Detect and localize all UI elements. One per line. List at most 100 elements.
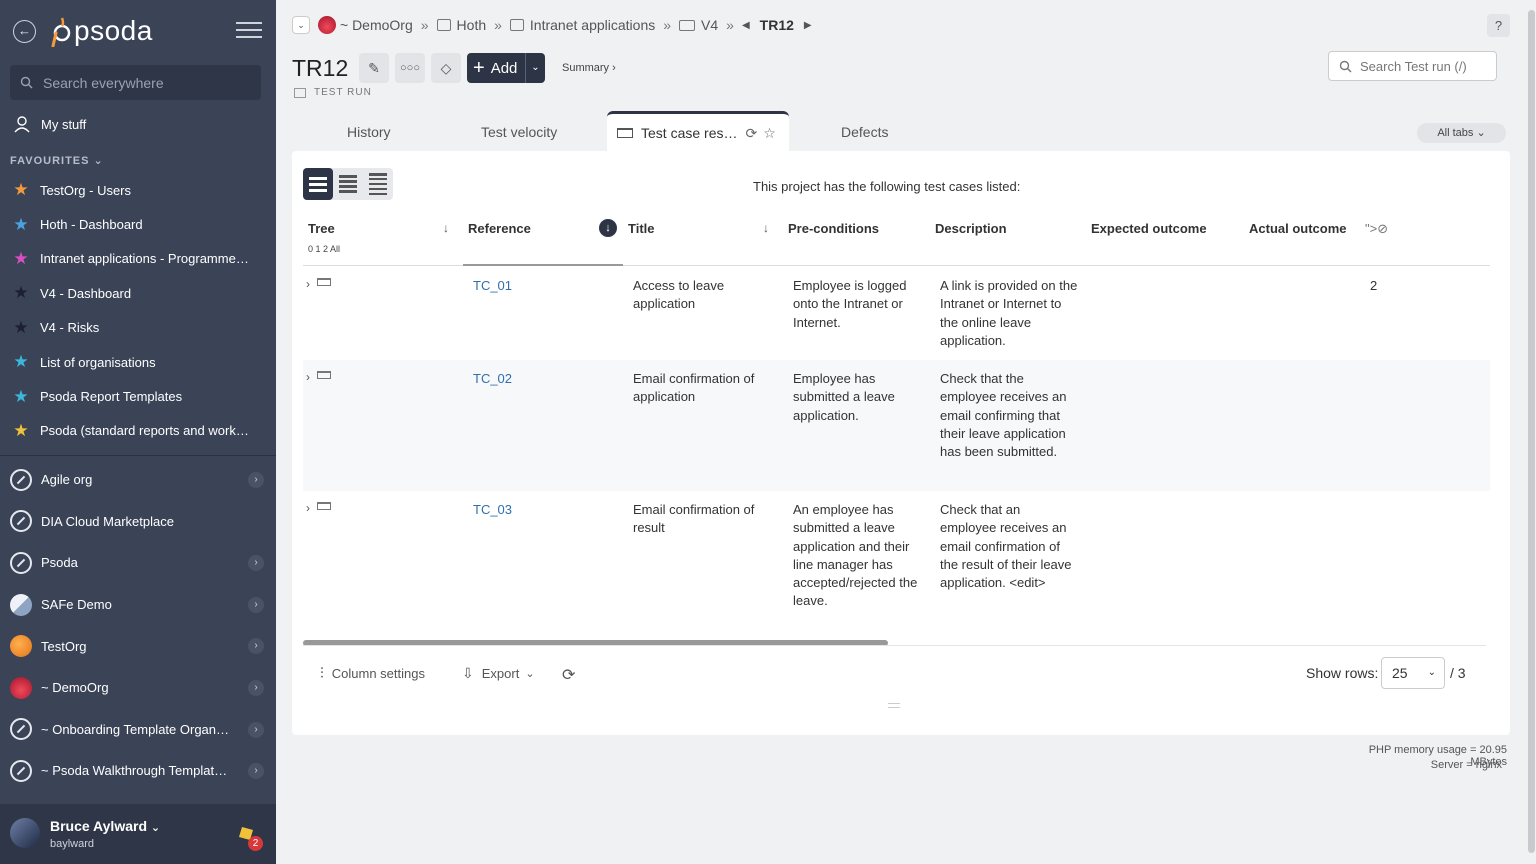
- breadcrumb-item[interactable]: ~ DemoOrg: [340, 17, 413, 33]
- column-settings-label: Column settings: [331, 666, 425, 681]
- expand-chevron-icon[interactable]: ›: [306, 499, 310, 517]
- page-scrollbar[interactable]: [1527, 0, 1536, 864]
- resize-handle-icon[interactable]: [888, 703, 900, 708]
- edit-button[interactable]: ✎: [359, 53, 389, 83]
- previous-arrow-icon[interactable]: ◀: [742, 20, 750, 31]
- view-list-button[interactable]: [303, 168, 333, 200]
- org-item-onboarding[interactable]: ~ Onboarding Template Organisa… ›: [0, 709, 276, 751]
- tab-history[interactable]: History: [347, 124, 391, 140]
- tab-test-velocity[interactable]: Test velocity: [481, 124, 557, 140]
- star-outline-icon[interactable]: ☆: [763, 125, 776, 142]
- user-name[interactable]: Bruce Aylward ⌄: [50, 818, 160, 834]
- breadcrumb-separator: »: [726, 17, 734, 33]
- sort-arrow-icon[interactable]: ↓: [443, 221, 449, 235]
- search-test-run-input[interactable]: [1360, 58, 1490, 74]
- reference-link[interactable]: TC_03: [473, 501, 512, 519]
- chevron-right-icon[interactable]: ›: [248, 555, 264, 572]
- column-title[interactable]: Title: [628, 221, 655, 236]
- table-row[interactable]: › TC_03 Email confirmation of result An …: [303, 491, 1490, 641]
- rows-per-page-select[interactable]: 25 ⌄: [1381, 657, 1445, 689]
- chevron-right-icon[interactable]: ›: [248, 472, 264, 488]
- column-settings-button[interactable]: ⫶ Column settings: [320, 665, 425, 682]
- view-dense-button[interactable]: [363, 168, 393, 200]
- favourite-item[interactable]: ★ Intranet applications - Programme…: [0, 242, 276, 276]
- tab-test-case-results[interactable]: Test case res… ⟳ ☆: [607, 111, 789, 152]
- view-compact-button[interactable]: [333, 168, 363, 200]
- reference-link[interactable]: TC_01: [473, 277, 512, 295]
- column-tree[interactable]: Tree: [308, 221, 335, 236]
- collapse-menu-icon[interactable]: [236, 22, 262, 40]
- table-row[interactable]: › TC_02 Email confirmation of applicatio…: [303, 360, 1490, 491]
- next-arrow-icon[interactable]: ▶: [804, 20, 812, 31]
- refresh-icon[interactable]: ⟳: [745, 125, 757, 142]
- chevron-right-icon[interactable]: ›: [248, 721, 264, 738]
- column-reference[interactable]: Reference: [468, 221, 531, 236]
- all-tabs-dropdown[interactable]: All tabs ⌄: [1417, 123, 1506, 143]
- chevron-right-icon[interactable]: ›: [248, 638, 264, 655]
- reference-link[interactable]: TC_02: [473, 370, 512, 388]
- psoda-logo[interactable]: psoda: [50, 14, 153, 48]
- tag-button[interactable]: ◇: [431, 53, 461, 83]
- favourite-label: List of organisations: [40, 354, 156, 370]
- test-case-icon: [317, 371, 331, 379]
- test-case-icon: [317, 278, 331, 286]
- my-stuff-label: My stuff: [41, 116, 87, 132]
- chevron-right-icon[interactable]: ›: [248, 596, 264, 613]
- sort-active-icon[interactable]: ↓: [599, 219, 617, 237]
- rocket-icon: [10, 718, 32, 741]
- user-panel[interactable]: Bruce Aylward ⌄ baylward 2: [0, 804, 276, 864]
- favourite-item[interactable]: ★ Psoda Report Templates: [0, 379, 276, 413]
- column-description[interactable]: Description: [935, 221, 1007, 236]
- breadcrumb-dropdown[interactable]: ⌄: [292, 16, 310, 34]
- org-label: TestOrg: [41, 638, 87, 654]
- org-item-dia-cloud[interactable]: DIA Cloud Marketplace: [0, 501, 276, 543]
- tab-label: Test case res…: [641, 125, 738, 141]
- my-stuff-link[interactable]: My stuff: [12, 114, 86, 134]
- tree-levels[interactable]: 0 1 2 All: [308, 244, 340, 254]
- favourite-item[interactable]: ★ Hoth - Dashboard: [0, 207, 276, 241]
- search-icon: [20, 76, 33, 89]
- export-button[interactable]: ⇩ Export ⌄: [462, 665, 535, 682]
- refresh-button[interactable]: ⟳: [562, 665, 575, 685]
- org-item-testorg[interactable]: TestOrg ›: [0, 625, 276, 667]
- chevron-right-icon[interactable]: ›: [248, 679, 264, 696]
- summary-link[interactable]: Summary ›: [562, 62, 616, 74]
- add-button[interactable]: + Add ⌄: [467, 53, 545, 83]
- column-extra[interactable]: ">⊘: [1365, 221, 1388, 237]
- expand-chevron-icon[interactable]: ›: [306, 368, 310, 386]
- favourites-header[interactable]: FAVOURITES ⌄: [10, 154, 104, 167]
- org-item-walkthrough[interactable]: ~ Psoda Walkthrough Template P… ›: [0, 750, 276, 792]
- breadcrumb-item[interactable]: Hoth: [457, 17, 487, 33]
- favourite-item[interactable]: ★ V4 - Risks: [0, 311, 276, 345]
- org-item-psoda[interactable]: Psoda ›: [0, 542, 276, 584]
- more-options-button[interactable]: ○○○: [395, 53, 425, 83]
- column-preconditions[interactable]: Pre-conditions: [788, 221, 879, 236]
- avatar[interactable]: [10, 818, 40, 848]
- favourite-item[interactable]: ★ TestOrg - Users: [0, 173, 276, 207]
- org-item-safe-demo[interactable]: SAFe Demo ›: [0, 584, 276, 626]
- search-everywhere-input[interactable]: [43, 74, 243, 91]
- expand-chevron-icon[interactable]: ›: [306, 275, 310, 293]
- page-scrollbar-thumb[interactable]: [1528, 10, 1535, 853]
- chevron-down-icon[interactable]: ⌄: [525, 53, 545, 83]
- breadcrumb-item[interactable]: Intranet applications: [530, 17, 655, 33]
- extra-cell: 2: [1370, 278, 1378, 293]
- title-cell: Email confirmation of application: [633, 371, 755, 405]
- org-item-agile-org[interactable]: Agile org ›: [0, 459, 276, 501]
- star-icon: ★: [13, 352, 29, 372]
- favourite-item[interactable]: ★ List of organisations: [0, 345, 276, 379]
- favourite-label: Intranet applications - Programme…: [40, 251, 249, 267]
- favourite-item[interactable]: ★ V4 - Dashboard: [0, 276, 276, 310]
- help-button[interactable]: ?: [1487, 14, 1510, 37]
- table-row[interactable]: › TC_01 Access to leave application Empl…: [303, 267, 1490, 360]
- back-arrow-icon[interactable]: ←: [13, 20, 36, 43]
- tab-defects[interactable]: Defects: [841, 124, 888, 140]
- breadcrumb-item[interactable]: V4: [701, 17, 718, 33]
- org-item-demoorg[interactable]: ~ DemoOrg ›: [0, 667, 276, 709]
- column-expected-outcome[interactable]: Expected outcome: [1091, 221, 1207, 236]
- chevron-right-icon[interactable]: ›: [248, 763, 264, 780]
- sort-arrow-icon[interactable]: ↓: [763, 221, 769, 235]
- star-icon: ★: [13, 283, 29, 303]
- column-actual-outcome[interactable]: Actual outcome: [1249, 221, 1347, 236]
- favourite-item[interactable]: ★ Psoda (standard reports and work…: [0, 414, 276, 448]
